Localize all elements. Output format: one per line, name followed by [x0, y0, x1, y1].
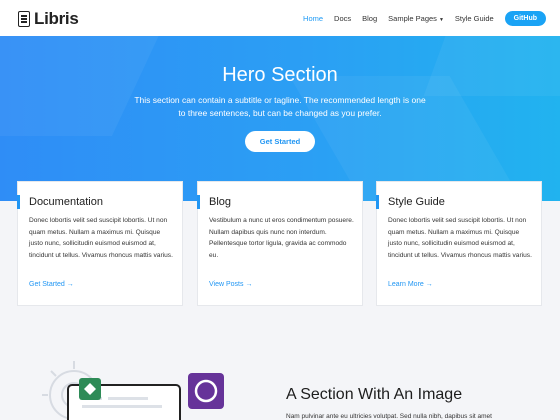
gatsby-badge-icon	[188, 373, 224, 409]
card-link-label: Learn More	[388, 281, 424, 288]
card-link-get-started[interactable]: Get Started →	[29, 281, 74, 288]
arrow-right-icon: →	[425, 281, 433, 288]
card-accent-bar	[17, 195, 20, 209]
section-text: Nam pulvinar ante eu ultricies volutpat.…	[286, 413, 492, 420]
nav-sample-pages-label: Sample Pages	[388, 13, 437, 23]
logo[interactable]: Libris	[18, 9, 79, 29]
card-title: Blog	[209, 196, 232, 208]
github-button[interactable]: GitHub	[504, 10, 546, 26]
card-blog: Blog Vestibulum a nunc ut eros condiment…	[197, 181, 363, 306]
nav-docs[interactable]: Docs	[334, 14, 351, 23]
site-header: Libris Home Docs Blog Sample Pages ▼ Styl…	[0, 0, 560, 36]
hero-title: Hero Section	[222, 64, 338, 86]
hero-section: Hero Section This section can contain a …	[0, 36, 560, 201]
card-link-label: Get Started	[29, 281, 65, 288]
nav-home[interactable]: Home	[303, 14, 323, 23]
card-body: Donec lobortis velit sed suscipit lobort…	[388, 217, 532, 259]
card-link-learn-more[interactable]: Learn More →	[388, 281, 433, 288]
nav-sample-pages[interactable]: Sample Pages ▼	[388, 14, 444, 23]
card-link-view-posts[interactable]: View Posts →	[209, 281, 252, 288]
puzzle-badge-icon	[79, 378, 101, 400]
card-accent-bar	[197, 195, 200, 209]
chevron-down-icon: ▼	[438, 16, 444, 23]
card-accent-bar	[376, 195, 379, 209]
section-illustration	[42, 361, 224, 420]
card-title: Documentation	[29, 196, 103, 208]
get-started-button[interactable]: Get Started	[245, 131, 315, 152]
section-title: A Section With An Image	[286, 386, 463, 403]
book-icon	[18, 11, 30, 27]
nav-style-guide[interactable]: Style Guide	[455, 14, 494, 23]
card-title: Style Guide	[388, 196, 445, 208]
arrow-right-icon: →	[66, 281, 74, 288]
card-body: Donec lobortis velit sed suscipit lobort…	[29, 217, 173, 259]
brand-name: Libris	[34, 9, 79, 28]
nav-blog[interactable]: Blog	[362, 14, 377, 23]
card-link-label: View Posts	[209, 281, 244, 288]
card-documentation: Documentation Donec lobortis velit sed s…	[17, 181, 183, 306]
card-style-guide: Style Guide Donec lobortis velit sed sus…	[376, 181, 542, 306]
main-nav: Home Docs Blog Sample Pages ▼ Style Guide…	[303, 0, 546, 36]
card-body: Vestibulum a nunc ut eros condimentum po…	[209, 217, 354, 259]
arrow-right-icon: →	[245, 281, 253, 288]
hero-subtitle: This section can contain a subtitle or t…	[134, 95, 426, 118]
